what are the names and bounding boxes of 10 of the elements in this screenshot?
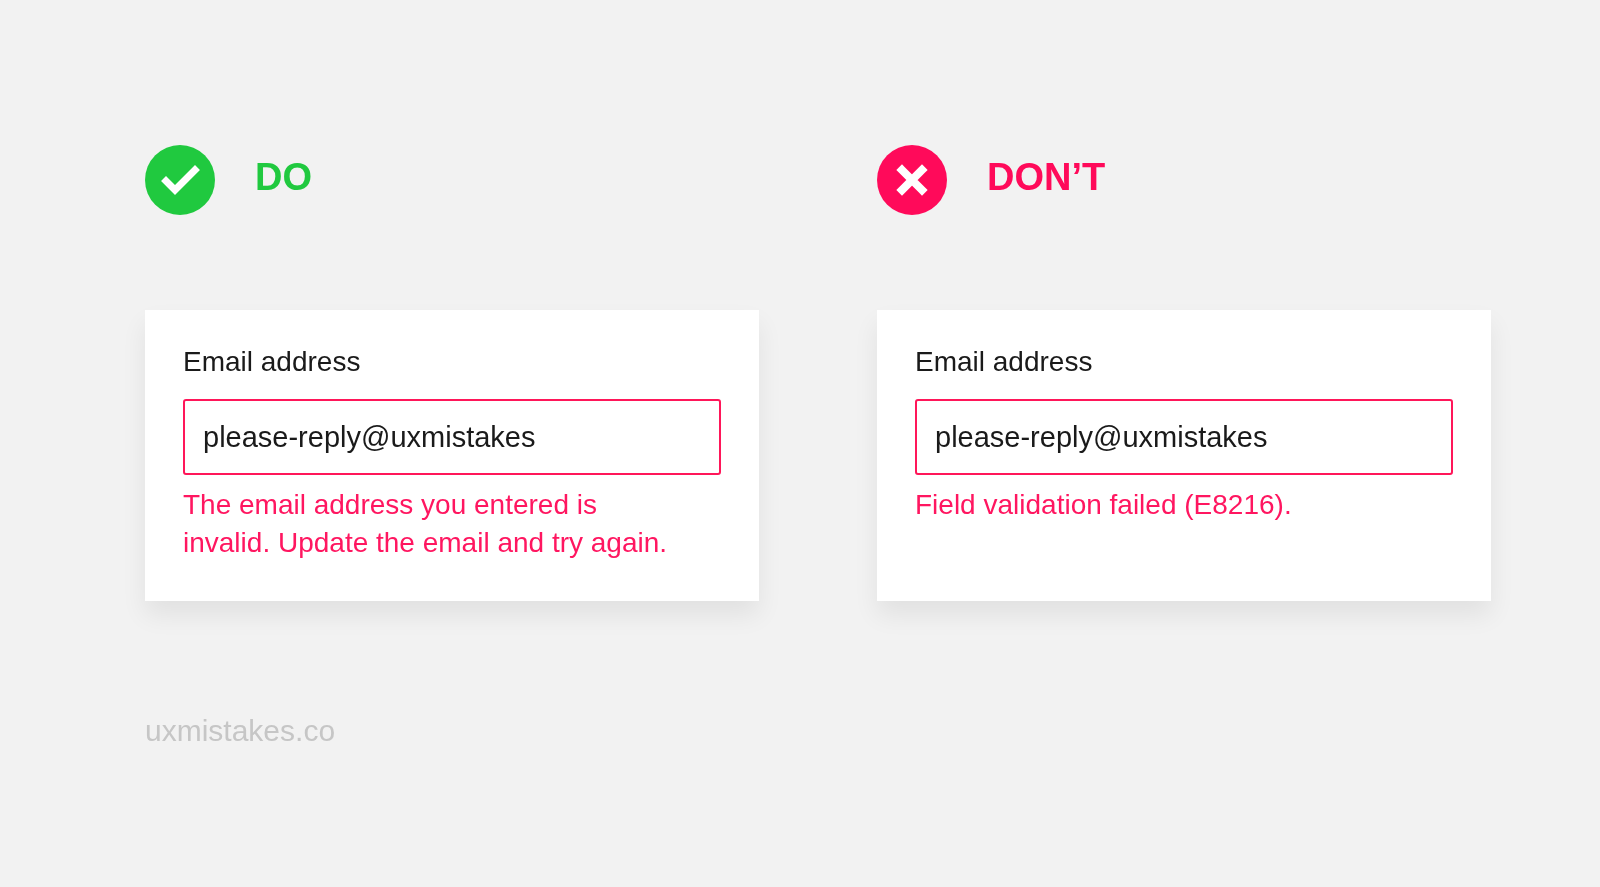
email-field[interactable]: please-reply@uxmistakes: [915, 399, 1453, 475]
field-label: Email address: [915, 345, 1093, 379]
cross-circle-icon: [877, 145, 947, 215]
verdict-heading: DON’T: [987, 155, 1106, 199]
check-circle-icon: [145, 145, 215, 215]
error-message: The email address you entered is invalid. Update the email and try again.: [183, 488, 669, 560]
email-field[interactable]: please-reply@uxmistakes: [183, 399, 721, 475]
error-message: Field validation failed (E8216).: [915, 488, 1293, 522]
field-label: Email address: [183, 345, 361, 379]
verdict-heading: DO: [255, 155, 312, 199]
